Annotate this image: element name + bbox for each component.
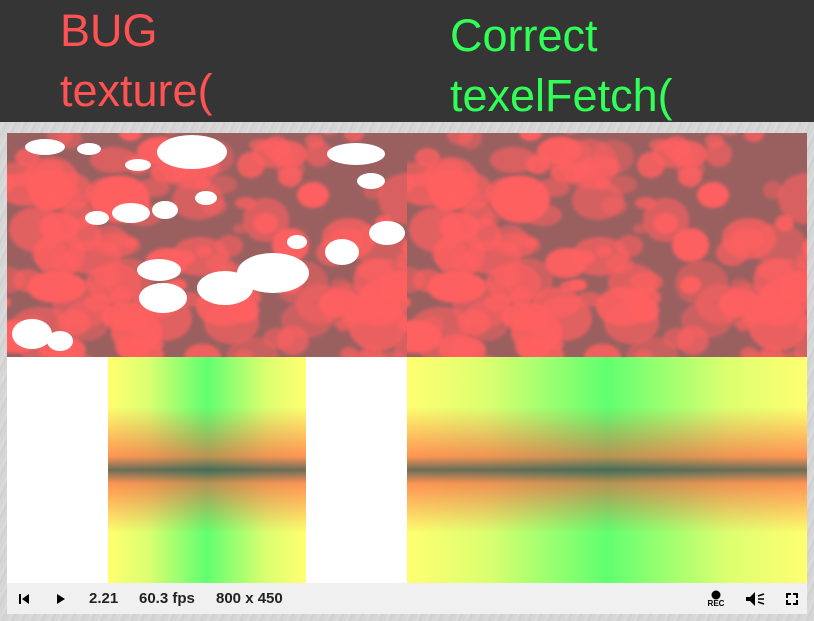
correct-gradient-quadrant <box>407 357 807 583</box>
fps-readout: 60.3 fps <box>139 590 195 607</box>
header-banner: BUG texture( Correct texelFetch( <box>0 0 814 122</box>
correct-pebble-quadrant <box>407 133 807 357</box>
fullscreen-icon[interactable] <box>781 583 803 614</box>
correct-subtitle: texelFetch( <box>450 70 673 121</box>
time-readout: 2.21 <box>89 590 119 607</box>
rec-label: REC <box>707 598 725 608</box>
correct-title: Correct <box>450 10 598 61</box>
play-icon[interactable] <box>49 583 71 614</box>
player-controls-bar: 2.21 60.3 fps 800 x 450 REC <box>7 583 807 614</box>
volume-icon[interactable] <box>743 583 767 614</box>
shader-canvas[interactable] <box>7 133 807 583</box>
bug-subtitle: texture( <box>60 65 213 116</box>
skip-back-icon[interactable] <box>13 583 35 614</box>
bug-gradient <box>108 357 306 583</box>
bug-pebble-quadrant <box>7 133 407 357</box>
bug-gradient-quadrant <box>7 357 407 583</box>
record-button[interactable]: REC <box>705 583 727 614</box>
record-icon <box>711 590 721 599</box>
bug-title: BUG <box>60 5 158 56</box>
resolution-readout: 800 x 450 <box>216 590 283 607</box>
